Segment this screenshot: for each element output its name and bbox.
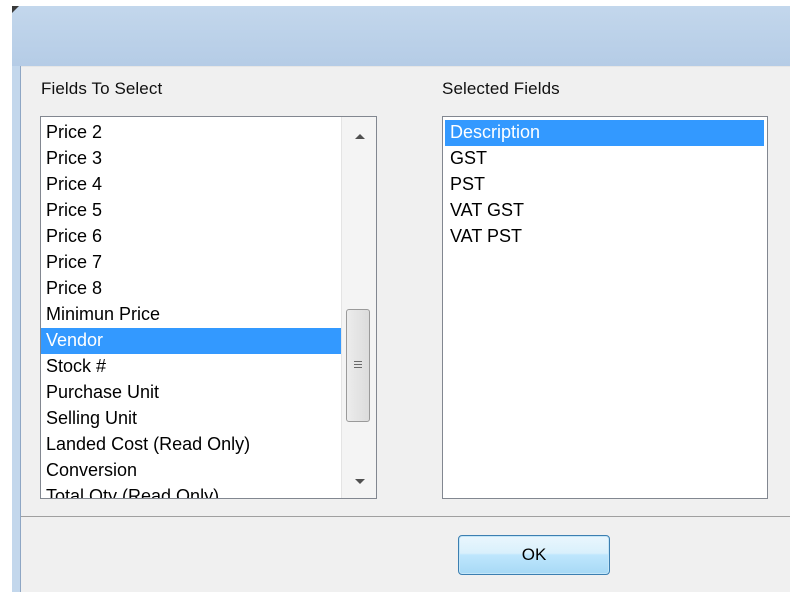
- scroll-thumb[interactable]: [346, 309, 370, 422]
- grip-line: [354, 364, 362, 365]
- fields-to-select-caption: Fields To Select: [41, 79, 163, 98]
- field-selection-panel: Fields To Select Price 2 Price 3 Price 4 Pr…: [21, 66, 790, 517]
- grip-line: [354, 361, 362, 362]
- fields-to-select-list: Price 2 Price 3 Price 4 Price 5 Price 6 Price…: [41, 120, 341, 498]
- available-field-item[interactable]: Price 4: [41, 172, 341, 198]
- available-field-item[interactable]: Stock #: [41, 354, 341, 380]
- selected-fields-listbox[interactable]: Description GST PST VAT GST VAT PST: [442, 116, 768, 499]
- selected-field-item[interactable]: VAT GST: [445, 198, 764, 224]
- available-field-item[interactable]: Price 6: [41, 224, 341, 250]
- available-field-item[interactable]: Conversion: [41, 458, 341, 484]
- selected-fields-list: Description GST PST VAT GST VAT PST: [445, 120, 764, 250]
- selected-field-item[interactable]: VAT PST: [445, 224, 764, 250]
- available-field-item[interactable]: Selling Unit: [41, 406, 341, 432]
- selected-field-item[interactable]: Description: [445, 120, 764, 146]
- selected-fields-caption: Selected Fields: [442, 79, 560, 98]
- title-bar[interactable]: [12, 6, 790, 66]
- available-field-item[interactable]: Minimun Price: [41, 302, 341, 328]
- dialog-frame: Fields To Select Price 2 Price 3 Price 4 Pr…: [12, 66, 790, 592]
- fields-to-select-scrollbar[interactable]: [341, 117, 376, 498]
- scroll-up-arrow-icon[interactable]: [355, 134, 365, 139]
- available-field-item[interactable]: Vendor: [41, 328, 341, 354]
- available-field-item[interactable]: Price 8: [41, 276, 341, 302]
- available-field-item[interactable]: Total Qty (Read Only): [41, 484, 341, 498]
- grip-line: [354, 367, 362, 368]
- available-field-item[interactable]: Landed Cost (Read Only): [41, 432, 341, 458]
- window-corner: [12, 6, 19, 13]
- available-field-item[interactable]: Purchase Unit: [41, 380, 341, 406]
- available-field-item[interactable]: Price 2: [41, 120, 341, 146]
- fields-to-select-listbox[interactable]: Price 2 Price 3 Price 4 Price 5 Price 6 Price…: [40, 116, 377, 499]
- scroll-down-arrow-icon[interactable]: [355, 479, 365, 484]
- selected-field-item[interactable]: GST: [445, 146, 764, 172]
- selected-field-item[interactable]: PST: [445, 172, 764, 198]
- ok-button[interactable]: OK: [458, 535, 610, 575]
- available-field-item[interactable]: Price 3: [41, 146, 341, 172]
- dialog-client-area: Fields To Select Price 2 Price 3 Price 4 Pr…: [20, 66, 790, 592]
- available-field-item[interactable]: Price 5: [41, 198, 341, 224]
- available-field-item[interactable]: Price 7: [41, 250, 341, 276]
